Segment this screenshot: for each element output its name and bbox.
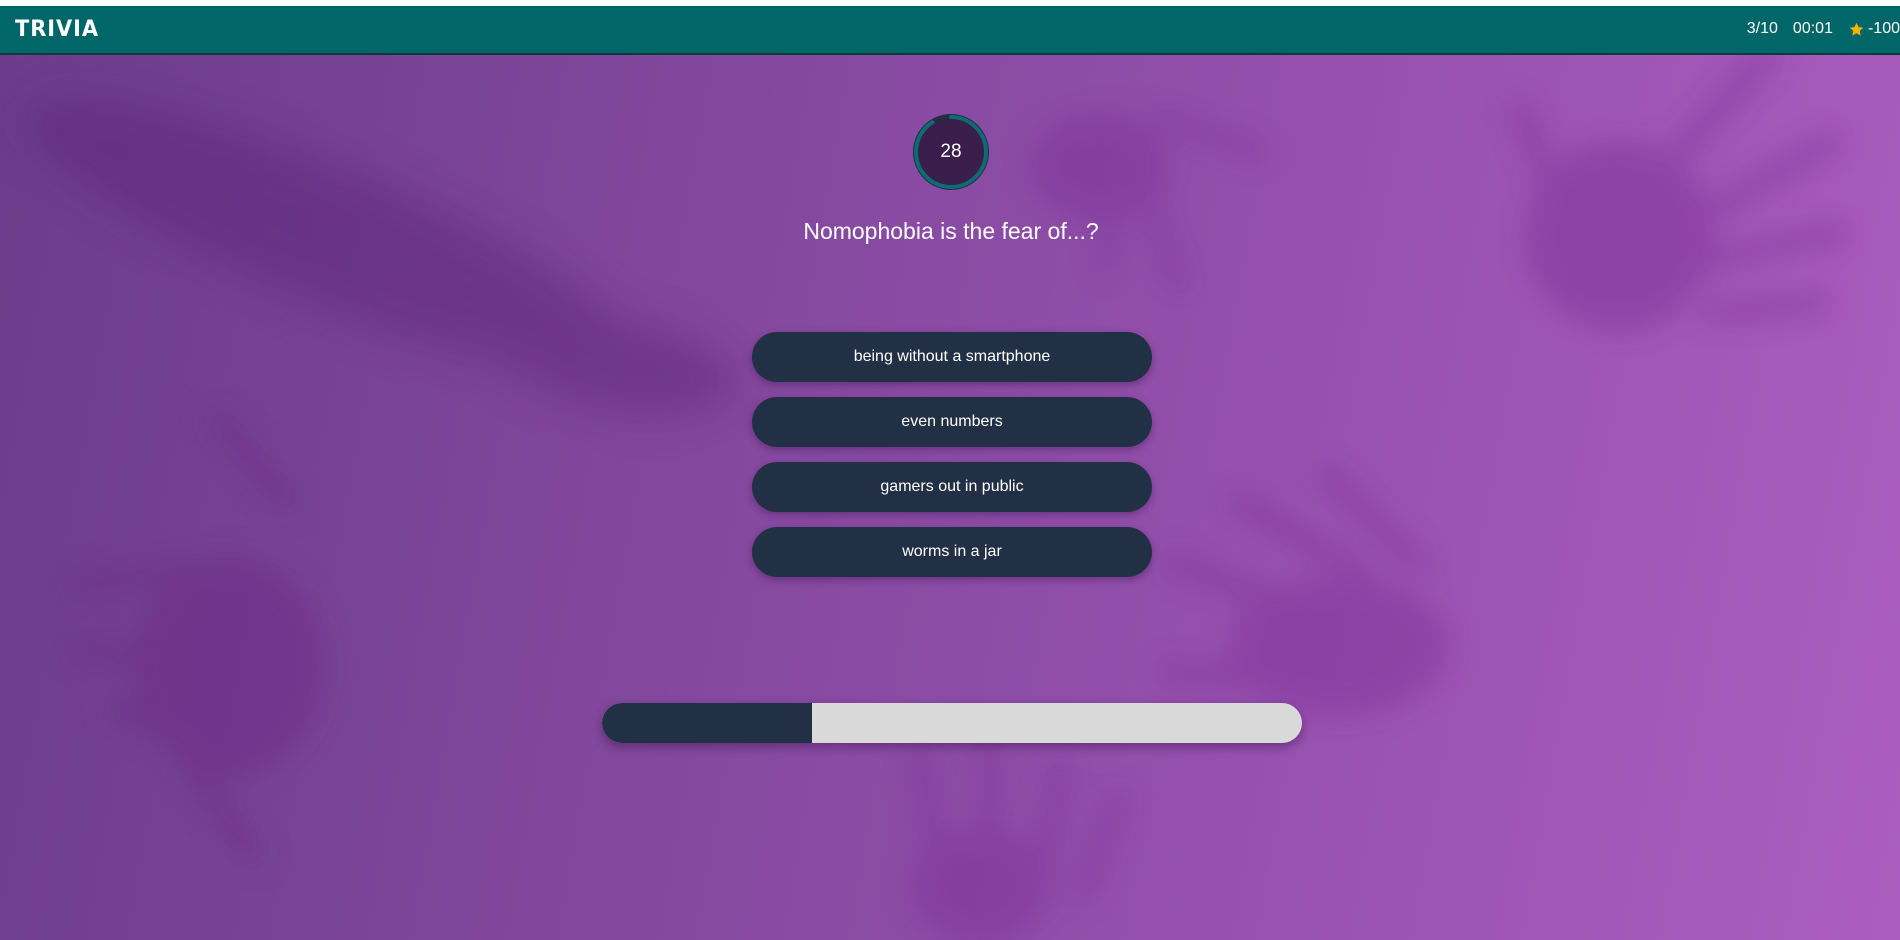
question-text: Nomophobia is the fear of...?: [803, 218, 1099, 244]
score-value: -100: [1867, 20, 1900, 37]
quiz-progress-bar: [602, 703, 1302, 743]
question-counter: 3/10: [1746, 20, 1778, 37]
elapsed-time: 00:01: [1792, 20, 1833, 37]
quiz-screen: TRIVIA 3/10 00:01 -100 28 Nomophobia is …: [0, 6, 1900, 940]
top-bar: TRIVIA 3/10 00:01 -100: [0, 6, 1900, 55]
answer-list: being without a smartphone even numbers …: [752, 332, 1152, 592]
game-stats: 3/10 00:01 -100: [1732, 20, 1900, 38]
countdown-timer: 28: [912, 113, 990, 191]
timer-seconds: 28: [940, 141, 962, 162]
progress-fill: [602, 703, 812, 743]
score-display: -100: [1848, 20, 1900, 38]
answer-button[interactable]: even numbers: [752, 397, 1152, 447]
app-logo[interactable]: TRIVIA: [15, 17, 99, 42]
answer-button[interactable]: worms in a jar: [752, 527, 1152, 577]
answer-button[interactable]: being without a smartphone: [752, 332, 1152, 382]
answer-button[interactable]: gamers out in public: [752, 462, 1152, 512]
star-icon: [1849, 22, 1864, 36]
